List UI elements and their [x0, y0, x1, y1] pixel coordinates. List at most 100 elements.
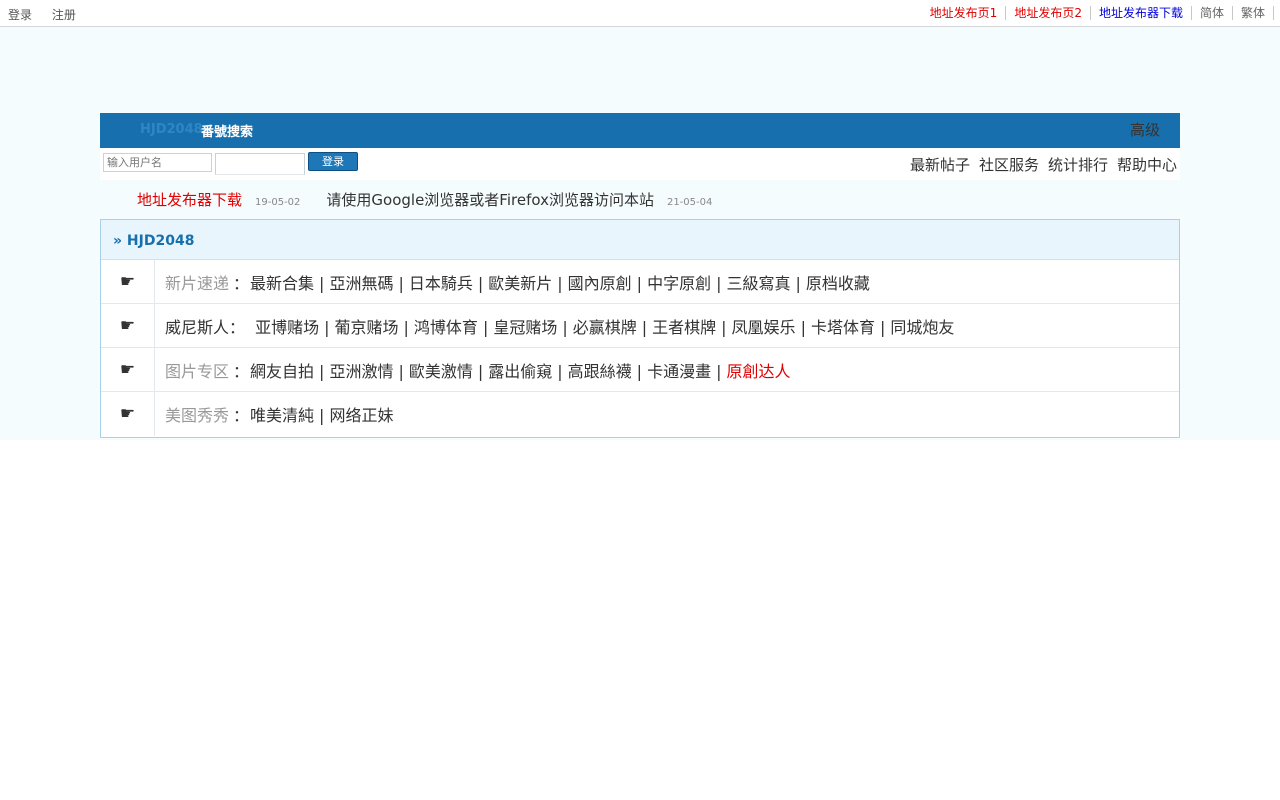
login-row: 登录 最新帖子社区服务统计排行帮助中心	[100, 148, 1180, 180]
link-separator: |	[477, 361, 484, 381]
tab-fanhao-search[interactable]: 番號搜索	[201, 121, 253, 140]
publisher-download-link[interactable]: 地址发布器下载	[1091, 6, 1192, 20]
forum-board-link[interactable]: 王者棋牌	[652, 318, 716, 337]
announcement-date: 19-05-02	[255, 197, 301, 208]
link-separator: |	[641, 317, 648, 337]
username-input[interactable]	[103, 153, 212, 172]
forum-board-link[interactable]: 同城炮友	[890, 318, 954, 337]
site-logo[interactable]: HJD2048	[140, 122, 203, 137]
forum-board-link[interactable]: 亚博赌场	[255, 318, 319, 337]
forum-title[interactable]: » HJD2048	[113, 233, 194, 249]
forum-board-link[interactable]: 三級寫真	[726, 274, 790, 293]
forum-row-content: 新片速递 ：最新合集 | 亞洲無碼 | 日本騎兵 | 歐美新片 | 國內原創 | 中字原創 | 三級寫真 |…	[155, 270, 870, 294]
forum-category-label: 图片专区	[165, 361, 230, 381]
link-separator: |	[319, 361, 325, 381]
announcement-title[interactable]: 请使用Google浏览器或者Firefox浏览器访问本站	[326, 189, 654, 210]
forum-board-link[interactable]: 原創达人	[726, 362, 790, 381]
main-nav: 最新帖子 社区服务 统计排行 帮助中心	[901, 154, 1177, 175]
nav-statistics-ranking[interactable]: 统计排行	[1048, 156, 1108, 174]
site-header: HJD2048 番號搜索 高级	[100, 113, 1180, 148]
forum-board-link[interactable]: 唯美清純	[250, 406, 314, 425]
link-separator: |	[398, 273, 404, 293]
forum-board-link[interactable]: 歐美新片	[488, 274, 552, 293]
password-input[interactable]	[215, 153, 305, 175]
link-separator: |	[879, 317, 886, 337]
forum-board-link[interactable]: 最新合集	[250, 274, 314, 293]
forum-category-label: 新片速递	[165, 273, 230, 293]
login-button[interactable]: 登录	[308, 152, 358, 171]
address-page-2-link[interactable]: 地址发布页2	[1006, 6, 1091, 20]
link-separator: |	[477, 273, 484, 293]
forum-board-link[interactable]: 亞洲無碼	[329, 274, 393, 293]
forum-board-link[interactable]: 必赢棋牌	[573, 318, 637, 337]
address-page-1-link[interactable]: 地址发布页1	[930, 6, 1007, 20]
nav-help-center[interactable]: 帮助中心	[1117, 156, 1177, 174]
simplified-chinese-link[interactable]: 简体	[1192, 6, 1233, 20]
forum-row-content: 威尼斯人： 亚博赌场 | 葡京赌场 | 鸿博体育 | 皇冠赌场 | 必赢棋牌 | 王者棋牌 | 凤凰娱乐…	[155, 314, 954, 338]
announcements: 地址发布器下载 19-05-02 请使用Google浏览器或者Firefox浏览…	[137, 189, 738, 210]
announcement-date: 21-05-04	[666, 197, 713, 208]
category-separator: ：	[233, 361, 250, 381]
forum-board-link[interactable]: 凤凰娱乐	[732, 318, 796, 337]
link-separator: |	[716, 273, 722, 293]
forum-rows: ☛ 新片速递 ：最新合集 | 亞洲無碼 | 日本騎兵 | 歐美新片 | 國內原創 | 中字原創 | 三級寫真…	[101, 260, 1179, 436]
top-bar-right: 地址发布页1 地址发布页2 地址发布器下载 简体 繁体	[930, 6, 1274, 20]
link-separator: |	[557, 361, 563, 381]
login-link[interactable]: 登录	[8, 8, 32, 22]
forum-board-link[interactable]: 亞洲激情	[329, 362, 393, 381]
top-bar-left: 登录 注册	[8, 6, 92, 23]
forum-category-label: 美图秀秀	[165, 406, 230, 425]
link-separator: |	[398, 361, 404, 381]
forum-row-content: 图片专区 ：網友自拍 | 亞洲激情 | 歐美激情 | 露出偷窺 | 高跟絲襪 | 卡通漫畫 | 原創达人	[155, 358, 790, 382]
forum-section: » HJD2048 ☛ 新片速递 ：最新合集 | 亞洲無碼 | 日本騎兵 | 歐美新片 | 國內原創…	[100, 219, 1180, 438]
link-separator: |	[319, 406, 325, 425]
traditional-chinese-link[interactable]: 繁体	[1233, 6, 1274, 20]
nav-community-services[interactable]: 社区服务	[979, 156, 1039, 174]
forum-row: ☛ 图片专区 ：網友自拍 | 亞洲激情 | 歐美激情 | 露出偷窺 | 高跟絲襪 | 卡通漫畫 | 原創达人	[101, 348, 1179, 392]
link-separator: |	[800, 317, 806, 337]
category-separator: ：	[233, 273, 250, 293]
link-separator: |	[562, 317, 568, 337]
forum-board-link[interactable]: 鸿博体育	[414, 318, 478, 337]
forum-board-link[interactable]: 卡塔体育	[811, 318, 875, 337]
forum-board-link[interactable]: 卡通漫畫	[647, 362, 711, 381]
forum-title-bar: » HJD2048	[101, 220, 1179, 260]
pointing-hand-icon: ☛	[101, 260, 155, 303]
category-separator: ：	[233, 406, 250, 425]
forum-category-label: 威尼斯人：	[165, 317, 246, 337]
pointing-hand-icon: ☛	[101, 392, 155, 436]
forum-board-link[interactable]: 國內原創	[568, 274, 632, 293]
forum-board-link[interactable]: 網友自拍	[250, 362, 314, 381]
forum-board-link[interactable]: 葡京赌场	[335, 318, 399, 337]
link-separator: |	[636, 273, 643, 293]
forum-board-link[interactable]: 歐美激情	[409, 362, 473, 381]
category-separator	[249, 318, 254, 337]
forum-board-link[interactable]: 高跟絲襪	[568, 362, 632, 381]
pointing-hand-icon: ☛	[101, 304, 155, 347]
announcement-title[interactable]: 地址发布器下载	[137, 189, 242, 210]
link-separator: |	[795, 273, 801, 293]
nav-latest-posts[interactable]: 最新帖子	[910, 156, 970, 174]
forum-row: ☛ 美图秀秀 ：唯美清純 | 网络正妹	[101, 392, 1179, 436]
forum-board-link[interactable]: 日本騎兵	[409, 274, 473, 293]
link-separator: |	[324, 317, 330, 337]
top-bar: 登录 注册 地址发布页1 地址发布页2 地址发布器下载 简体 繁体	[0, 0, 1280, 27]
pointing-hand-icon: ☛	[101, 348, 155, 391]
forum-board-link[interactable]: 原档收藏	[806, 274, 870, 293]
forum-board-link[interactable]: 皇冠赌场	[493, 318, 557, 337]
forum-board-link[interactable]: 中字原創	[647, 274, 711, 293]
forum-row: ☛ 新片速递 ：最新合集 | 亞洲無碼 | 日本騎兵 | 歐美新片 | 國內原創 | 中字原創 | 三級寫真…	[101, 260, 1179, 304]
forum-board-link[interactable]: 露出偷窺	[488, 362, 552, 381]
link-separator: |	[319, 273, 325, 293]
forum-board-link[interactable]: 网络正妹	[329, 406, 393, 425]
link-separator: |	[557, 273, 563, 293]
link-separator: |	[403, 317, 409, 337]
forum-row: ☛ 威尼斯人： 亚博赌场 | 葡京赌场 | 鸿博体育 | 皇冠赌场 | 必赢棋牌 | 王者棋牌 | 凤凰娱…	[101, 304, 1179, 348]
link-separator: |	[636, 361, 643, 381]
register-link[interactable]: 注册	[52, 8, 76, 22]
forum-row-content: 美图秀秀 ：唯美清純 | 网络正妹	[155, 402, 393, 426]
advanced-search-link[interactable]: 高级	[1130, 119, 1160, 140]
link-separator: |	[721, 317, 727, 337]
link-separator: |	[482, 317, 489, 337]
link-separator: |	[716, 361, 722, 381]
